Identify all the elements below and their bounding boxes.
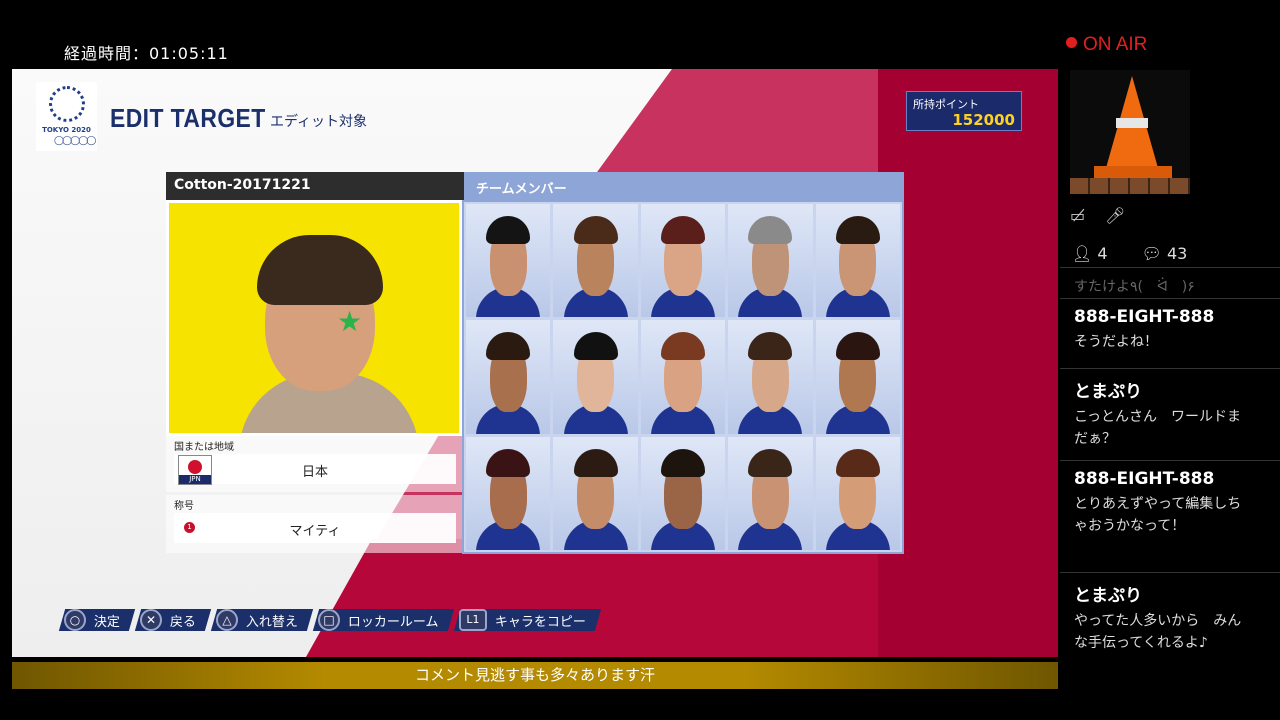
comment-text: やってた人多いから みんな手伝ってくれるよ♪ <box>1074 613 1242 651</box>
page-title: EDIT TARGET <box>110 103 266 133</box>
comment-author: とまぷり <box>1074 586 1142 606</box>
comment-text: とりあえずやって編集しちゃおうかなって！ <box>1074 496 1242 534</box>
controller-button-icon: □ <box>318 609 341 631</box>
team-member-5[interactable] <box>815 204 900 318</box>
prompt-1[interactable]: ○ 決定 <box>58 609 136 631</box>
team-member-7[interactable] <box>553 320 638 434</box>
comment-text: そうだよね！ <box>1074 334 1158 350</box>
team-member-12[interactable] <box>553 436 638 550</box>
team-member-9[interactable] <box>728 320 813 434</box>
viewers-icon: 👤︎ <box>1072 244 1093 263</box>
chat-comment: とまぷりやってた人多いから みんな手伝ってくれるよ♪ <box>1060 572 1280 662</box>
team-member-6[interactable] <box>466 320 551 434</box>
controller-button-icon: L1 <box>458 609 487 631</box>
team-members-header: チームメンバー <box>464 172 904 200</box>
comment-text: こっとんさん ワールドまだぁ？ <box>1074 409 1242 447</box>
stream-sidebar: ON AIR ▭̸ 🎤︎ 👤︎ 4 💬︎ 43 すたけよ۹( ᐛ )۶ 888-… <box>1060 0 1280 720</box>
tokyo2020-logo: TOKYO 2020 ◯◯◯◯◯ <box>36 82 97 151</box>
prompt-5[interactable]: L1 キャラをコピー <box>453 609 601 631</box>
title-field: 称号 1 マイティ <box>166 495 462 553</box>
prompt-2[interactable]: ✕ 戻る <box>134 609 212 631</box>
team-member-3[interactable] <box>640 204 726 318</box>
controller-button-icon: ✕ <box>140 609 163 631</box>
comment-author: とまぷり <box>1074 382 1142 402</box>
selected-character-portrait[interactable]: ★ <box>166 200 462 436</box>
camera-off-icon[interactable]: ▭̸ <box>1070 206 1085 225</box>
selected-character-name: Cotton-20171221 <box>166 172 464 200</box>
title-value: マイティ <box>289 524 341 539</box>
chat-comment: 888-EIGHT-888 そうだよね！ <box>1060 298 1280 361</box>
live-dot-icon <box>1066 37 1077 48</box>
comment-author: 888-EIGHT-888 <box>1074 469 1215 489</box>
team-member-1[interactable] <box>466 204 551 318</box>
team-member-10[interactable] <box>815 320 900 434</box>
button-prompts: ○ 決定 ✕ 戻る △ 入れ替え □ ロッカールーム L1 キャラをコピー <box>58 609 601 633</box>
star-face-paint-icon: ★ <box>337 305 363 338</box>
controller-button-icon: ○ <box>64 609 86 631</box>
comment-author: 888-EIGHT-888 <box>1074 307 1215 327</box>
emblem-icon <box>49 86 85 122</box>
team-member-2[interactable] <box>553 204 638 318</box>
stream-stats: 👤︎ 4 💬︎ 43 <box>1060 240 1280 268</box>
team-member-14[interactable] <box>728 436 813 550</box>
region-field: 国または地域 JPN 日本 <box>166 436 462 492</box>
chat-comment: 888-EIGHT-888 とりあえずやって編集しちゃおうかなって！ <box>1060 460 1280 545</box>
on-air-indicator: ON AIR <box>1066 34 1147 56</box>
camera-preview <box>1070 70 1190 194</box>
team-member-8[interactable] <box>640 320 726 434</box>
comment-icon: 💬︎ <box>1141 244 1162 263</box>
partial-comment: すたけよ۹( ᐛ )۶ <box>1074 279 1195 295</box>
controller-button-icon: △ <box>216 609 239 631</box>
points-box: 所持ポイント 152000 <box>906 91 1022 131</box>
page-subtitle: エディット対象 <box>270 114 368 130</box>
olympic-rings-icon: ◯◯◯◯◯ <box>54 136 96 146</box>
region-value: 日本 <box>301 465 328 480</box>
points-value: 152000 <box>952 111 1015 129</box>
chat-comment: とまぷりこっとんさん ワールドまだぁ？ <box>1060 368 1280 458</box>
stream-ticker: コメント見逃す事も多々あります汗 <box>12 662 1058 689</box>
team-member-13[interactable] <box>640 436 726 550</box>
team-member-grid <box>462 200 904 554</box>
prompt-3[interactable]: △ 入れ替え <box>210 609 314 631</box>
prompt-4[interactable]: □ ロッカールーム <box>312 609 454 631</box>
game-screen: TOKYO 2020 ◯◯◯◯◯ EDIT TARGET エディット対象 所持ポ… <box>12 69 1058 657</box>
elapsed-time: 経過時間：01:05:11 <box>64 44 229 63</box>
microphone-icon[interactable]: 🎤︎ <box>1105 206 1125 225</box>
team-member-4[interactable] <box>728 204 813 318</box>
team-member-11[interactable] <box>466 436 551 550</box>
team-member-15[interactable] <box>815 436 900 550</box>
